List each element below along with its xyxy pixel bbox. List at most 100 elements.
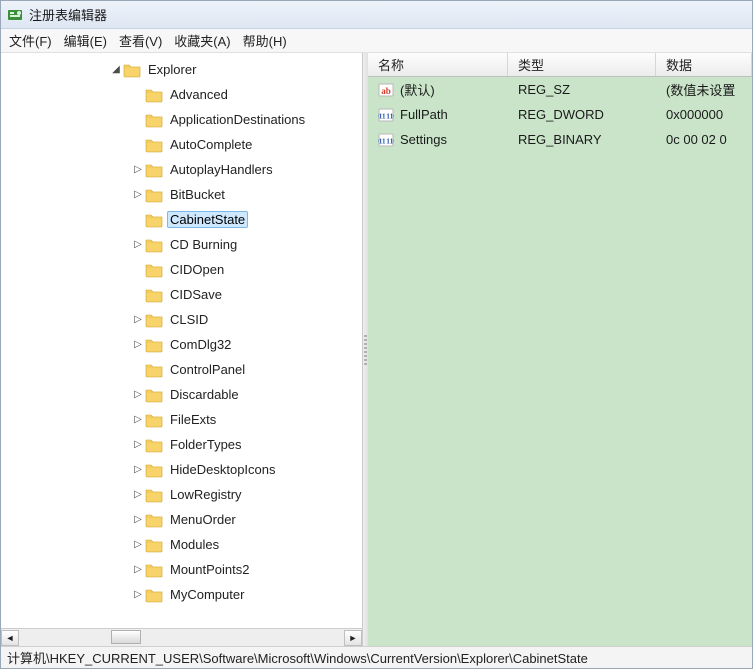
expand-icon[interactable]: ▷ (131, 464, 145, 475)
content-area: ◢ Explorer Advanced ApplicationDestinations… (1, 53, 752, 646)
folder-icon (145, 112, 163, 128)
expand-icon[interactable]: ▷ (131, 389, 145, 400)
col-header-data[interactable]: 数据 (656, 53, 752, 76)
value-row[interactable]: ab(默认)REG_SZ(数值未设置 (368, 77, 752, 102)
tree-node[interactable]: ▷ LowRegistry (1, 482, 362, 507)
folder-icon (145, 187, 163, 203)
expand-icon[interactable]: ▷ (131, 539, 145, 550)
tree-pane: ◢ Explorer Advanced ApplicationDestinations… (1, 53, 363, 646)
titlebar: 注册表编辑器 (1, 1, 752, 29)
tree-label: AutoplayHandlers (167, 161, 276, 178)
tree-label: CLSID (167, 311, 211, 328)
tree-scroll[interactable]: ◢ Explorer Advanced ApplicationDestinations… (1, 53, 362, 628)
tree-node[interactable]: ▷MyComputer (1, 582, 362, 607)
tree-node-explorer[interactable]: ◢ Explorer (1, 57, 362, 82)
col-header-type[interactable]: 类型 (508, 53, 656, 76)
expand-icon[interactable]: ▷ (131, 514, 145, 525)
folder-icon (145, 212, 163, 228)
regedit-icon (7, 7, 23, 23)
tree-label: Advanced (167, 86, 231, 103)
expand-icon[interactable]: ▷ (131, 164, 145, 175)
value-name: FullPath (400, 107, 448, 122)
scroll-right-icon[interactable]: ► (344, 630, 362, 646)
tree-node[interactable]: CIDSave (1, 282, 362, 307)
menu-favorites[interactable]: 收藏夹(A) (174, 31, 230, 50)
folder-icon (145, 237, 163, 253)
tree-node[interactable]: Advanced (1, 82, 362, 107)
tree-label: LowRegistry (167, 486, 245, 503)
values-list[interactable]: ab(默认)REG_SZ(数值未设置011 110FullPathREG_DWO… (368, 77, 752, 646)
expand-icon[interactable]: ▷ (131, 564, 145, 575)
tree-node[interactable]: ▷ CLSID (1, 307, 362, 332)
tree-label: CIDOpen (167, 261, 227, 278)
tree-node[interactable]: ▷ BitBucket (1, 182, 362, 207)
scroll-track[interactable] (19, 630, 344, 646)
tree-node[interactable]: ▷ FileExts (1, 407, 362, 432)
splitter[interactable] (363, 53, 368, 646)
tree-node[interactable]: ▷MenuOrder (1, 507, 362, 532)
registry-editor-window: 注册表编辑器 文件(F) 编辑(E) 查看(V) 收藏夹(A) 帮助(H) ◢ E… (0, 0, 753, 669)
value-data-cell: (数值未设置 (656, 80, 752, 99)
tree-node[interactable]: ApplicationDestinations (1, 107, 362, 132)
tree-node[interactable]: ControlPanel (1, 357, 362, 382)
tree-node[interactable]: CIDOpen (1, 257, 362, 282)
window-title: 注册表编辑器 (29, 5, 107, 24)
menu-help[interactable]: 帮助(H) (243, 31, 287, 50)
value-row[interactable]: 011 110FullPathREG_DWORD0x000000 (368, 102, 752, 127)
menu-view[interactable]: 查看(V) (119, 31, 162, 50)
svg-text:ab: ab (381, 86, 391, 96)
tree-node[interactable]: CabinetState (1, 207, 362, 232)
expand-icon[interactable]: ▷ (131, 589, 145, 600)
tree-node[interactable]: ▷MountPoints2 (1, 557, 362, 582)
tree-node[interactable]: ▷FolderTypes (1, 432, 362, 457)
tree-node[interactable]: ▷Modules (1, 532, 362, 557)
tree-node[interactable]: AutoComplete (1, 132, 362, 157)
expand-icon[interactable]: ▷ (131, 239, 145, 250)
tree-label: CabinetState (167, 211, 248, 228)
folder-icon (145, 562, 163, 578)
tree-label: CD Burning (167, 236, 240, 253)
folder-icon (145, 462, 163, 478)
folder-icon (145, 137, 163, 153)
value-type-cell: REG_BINARY (508, 132, 656, 147)
expand-icon[interactable]: ▷ (131, 439, 145, 450)
tree-node[interactable]: ▷ HideDesktopIcons (1, 457, 362, 482)
tree-node[interactable]: ▷ CD Burning (1, 232, 362, 257)
folder-icon (145, 337, 163, 353)
folder-icon (145, 512, 163, 528)
value-row[interactable]: 011 110SettingsREG_BINARY0c 00 02 0 (368, 127, 752, 152)
value-name-cell: 011 110Settings (368, 132, 508, 148)
scroll-thumb[interactable] (111, 630, 141, 644)
expand-icon[interactable]: ▷ (131, 414, 145, 425)
scroll-left-icon[interactable]: ◄ (1, 630, 19, 646)
folder-icon (145, 87, 163, 103)
folder-icon (145, 287, 163, 303)
folder-icon (145, 362, 163, 378)
tree-label: Explorer (145, 61, 199, 78)
tree-label: BitBucket (167, 186, 228, 203)
expand-icon[interactable]: ▷ (131, 189, 145, 200)
tree-node[interactable]: ▷ComDlg32 (1, 332, 362, 357)
tree-label: FileExts (167, 411, 219, 428)
tree-horizontal-scrollbar[interactable]: ◄ ► (1, 628, 362, 646)
tree-label: Discardable (167, 386, 242, 403)
folder-icon (145, 487, 163, 503)
tree-label: ControlPanel (167, 361, 248, 378)
menu-edit[interactable]: 编辑(E) (64, 31, 107, 50)
svg-text:011 110: 011 110 (378, 136, 394, 145)
value-type-cell: REG_DWORD (508, 107, 656, 122)
folder-icon (145, 162, 163, 178)
expand-icon[interactable]: ▷ (131, 489, 145, 500)
folder-icon (145, 587, 163, 603)
menubar: 文件(F) 编辑(E) 查看(V) 收藏夹(A) 帮助(H) (1, 29, 752, 53)
expand-icon[interactable]: ▷ (131, 314, 145, 325)
menu-file[interactable]: 文件(F) (9, 31, 52, 50)
tree-node[interactable]: ▷ Discardable (1, 382, 362, 407)
collapse-icon[interactable]: ◢ (109, 64, 123, 75)
value-data-cell: 0c 00 02 0 (656, 132, 752, 147)
tree-node[interactable]: ▷ AutoplayHandlers (1, 157, 362, 182)
tree-label: HideDesktopIcons (167, 461, 279, 478)
col-header-name[interactable]: 名称 (368, 53, 508, 76)
expand-icon[interactable]: ▷ (131, 339, 145, 350)
value-name: (默认) (400, 80, 435, 99)
